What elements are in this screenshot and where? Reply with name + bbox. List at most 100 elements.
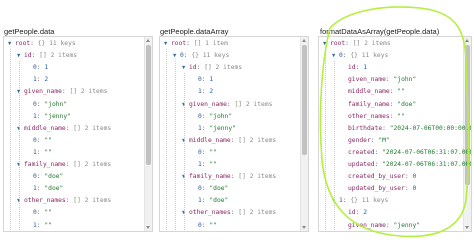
expand-caret-icon[interactable]: ▼ [173,51,180,61]
tree-row[interactable]: ▼ family_name: [] 2 items [182,172,276,182]
tree-key: middle_name [348,88,390,96]
indent-guide [334,61,335,231]
tree-key: middle_name [24,124,66,132]
expand-caret-icon[interactable]: ▼ [323,39,330,49]
scrollbar-thumb[interactable] [302,45,307,155]
tree-row[interactable]: ▼ middle_name: [] 2 items [17,124,111,134]
tree-row: 0: "doe" [26,172,63,182]
tree-collection-summary: [] 2 items [73,161,112,168]
scroll-down-arrow-icon[interactable] [465,226,469,229]
tree-key: id [348,209,356,217]
tree-row: created_by_user: 0 [341,172,416,182]
expand-caret-icon[interactable]: ▼ [8,39,15,49]
scroll-up-arrow-icon[interactable] [302,39,306,42]
tree-separator: : [385,221,390,229]
tree-separator: : [65,161,70,168]
tree-separator: : [374,148,379,156]
tree-collection-summary: [] 2 items [204,64,243,72]
tree-row: 1: 2 [191,87,213,97]
json-tree-panel-people-dataarray[interactable]: ▼ root: [] 1 item ▼ 0: {} 11 keys ▼ id: [] 2 … [159,36,309,232]
tree-separator: : [389,88,394,96]
tree-row: gender: "M" [341,136,390,146]
tree-separator: : [389,100,394,108]
expand-caret-icon[interactable]: ▼ [182,63,189,73]
scrollbar-thumb[interactable] [146,45,151,165]
tree-value: "doe" [44,185,64,193]
tree-collection-summary: [] 2 items [238,136,277,144]
json-tree-panel-people-data[interactable]: ▼ root: {} 11 keys ▼ id: [] 2 items 0: 1 1: 2… [3,36,153,232]
tree-row[interactable]: ▼ other_names: [] 2 items [17,196,111,206]
tree-key: id [189,64,197,72]
tree-row: 1: "" [26,148,52,158]
tree-row[interactable]: ▼ 0: {} 11 keys [332,51,388,61]
tree-value: 2 [44,76,49,84]
tree-value: "" [397,88,405,96]
json-tree-panel-format-data-as-array[interactable]: ▼ root: [] 2 items ▼ 0: {} 11 keys id: 1 give… [318,36,472,232]
tree-row: 0: "" [191,221,217,231]
indent-guide [166,49,167,231]
tree-row: given_name: "jenny" [341,221,420,231]
expand-caret-icon[interactable]: ▼ [17,51,24,61]
tree-separator: : [230,173,235,181]
scrollbar[interactable] [463,37,471,231]
tree-row[interactable]: ▼ root: {} 11 keys [8,39,76,49]
tree-row[interactable]: ▼ root: [] 1 item [164,39,228,49]
tree-key: gender [348,136,371,144]
tree-value: "jenny" [44,112,71,120]
tree-row[interactable]: ▼ given_name: [] 2 items [182,100,272,110]
tree-separator: : [404,173,409,181]
tree-value: "doe" [209,185,229,193]
tree-key: given_name [348,76,386,84]
tree-separator: : [65,197,70,205]
tree-key: birthdate [348,124,383,132]
tree-row: 0: "" [26,208,52,218]
tree-row[interactable]: ▼ id: [] 2 items [17,51,77,61]
tree-row: 0: "john" [26,100,67,110]
tree-separator: : [183,52,188,60]
panel-title-people-data: getPeople.data [4,27,55,36]
tree-separator: : [36,136,41,144]
scroll-down-arrow-icon[interactable] [302,226,306,229]
tree-row[interactable]: ▼ other_names: [] 2 items [182,208,276,218]
tree-collection-summary: [] 2 items [238,209,277,217]
tree-row: 1: "doe" [191,196,228,206]
tree-separator: : [61,88,66,96]
tree-separator: : [355,64,360,72]
tree-row: 1: "doe" [26,184,63,194]
tree-value: "" [44,209,52,217]
tree-value: "doe" [209,197,229,205]
tree-row: 0: "doe" [191,184,228,194]
expand-caret-icon[interactable]: ▼ [164,39,171,49]
tree-key: given_name [24,88,62,96]
indent-guide [10,49,11,231]
tree-separator: : [404,185,409,193]
tree-separator: : [201,221,206,229]
tree-collection-summary: [] 2 items [73,124,112,132]
tree-key: updated_by_user [348,185,405,193]
tree-row[interactable]: ▼ root: [] 2 items [323,39,391,49]
tree-key: family_name [24,161,66,168]
tree-row: 1: "jenny" [26,112,71,122]
tree-row[interactable]: ▼ 1: {} 11 keys [332,196,388,206]
tree-separator: : [342,52,347,60]
scroll-up-arrow-icon[interactable] [146,39,150,42]
scrollbar[interactable] [300,37,308,231]
tree-row[interactable]: ▼ id: [] 2 items [182,63,242,73]
tree-row[interactable]: ▼ given_name: [] 2 items [17,87,107,97]
tree-row[interactable]: ▼ middle_name: [] 2 items [182,136,276,146]
scroll-down-arrow-icon[interactable] [146,226,150,229]
tree-value: "" [209,148,217,156]
tree-value: "M" [378,136,390,144]
scrollbar[interactable] [144,37,152,231]
scroll-up-arrow-icon[interactable] [465,39,469,42]
tree-row[interactable]: ▼ 0: {} 11 keys [173,51,229,61]
tree-row[interactable]: ▼ family_name: [] 2 items [17,160,111,170]
tree-key: other_names [348,112,390,120]
tree-collection-summary: {} 11 keys [350,52,389,60]
tree-collection-summary: [] 2 items [352,40,391,47]
tree-separator: : [374,161,379,168]
expand-caret-icon[interactable]: ▼ [332,51,339,61]
tree-row: 1: 2 [26,75,48,85]
tree-row: 0: "" [26,136,52,146]
tree-key: root [171,40,187,47]
